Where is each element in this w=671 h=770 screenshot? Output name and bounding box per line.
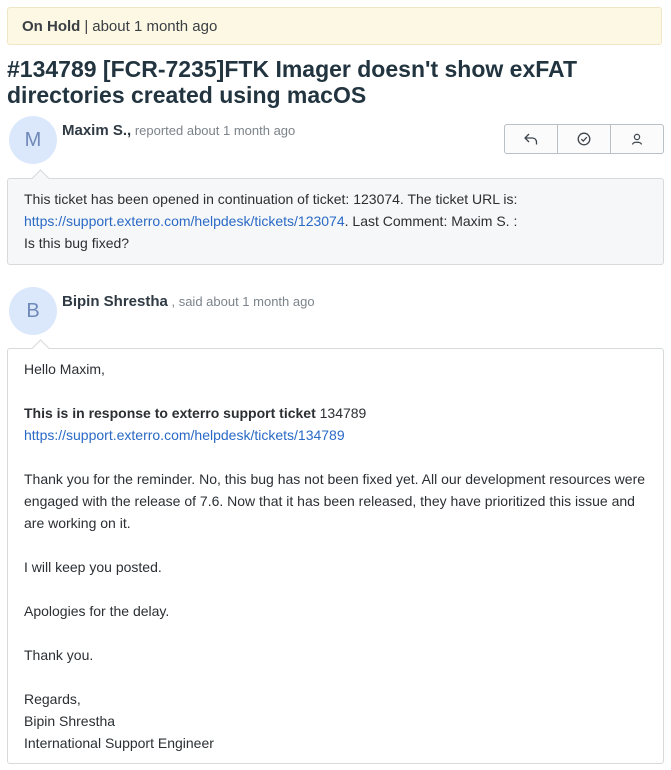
message-text: Thank you.	[24, 647, 94, 663]
status-time: about 1 month ago	[92, 17, 218, 35]
author-name[interactable]: Maxim S.,	[62, 122, 131, 139]
description-line: https://support.exterro.com/helpdesk/tic…	[24, 210, 647, 232]
ticket-title: #134789 [FCR-7235]FTK Imager doesn't sho…	[7, 56, 577, 108]
avatar: M	[9, 116, 57, 164]
message-text: I will keep you posted.	[24, 559, 162, 575]
resolve-check-icon	[577, 132, 591, 146]
signature-line: Regards,	[24, 691, 81, 707]
assign-user-icon	[631, 133, 643, 145]
reply-message: Hello Maxim, This is in response to exte…	[7, 348, 664, 764]
description-line: This ticket has been opened in continuat…	[24, 191, 518, 207]
ticket-link[interactable]: https://support.exterro.com/helpdesk/tic…	[24, 427, 345, 443]
avatar: B	[9, 287, 57, 335]
post-meta: reported about 1 month ago	[131, 123, 296, 138]
response-number: 134789	[315, 405, 367, 421]
assign-button[interactable]	[611, 125, 663, 153]
message-text: Apologies for the delay.	[24, 603, 170, 619]
ticket-status-bar: On Hold | about 1 month ago	[7, 7, 662, 45]
description-line: Is this bug fixed?	[24, 235, 130, 251]
message-text: This is in response to exterro support t…	[24, 402, 647, 424]
status-label: On Hold	[22, 17, 81, 35]
author-name[interactable]: Bipin Shrestha	[62, 293, 168, 310]
description-text: . Last Comment: Maxim S. :	[344, 213, 518, 229]
resolve-button[interactable]	[558, 125, 611, 153]
reply-icon	[524, 133, 538, 145]
ticket-link[interactable]: https://support.exterro.com/helpdesk/tic…	[24, 213, 345, 229]
signature-line: Bipin Shrestha	[24, 713, 116, 729]
post-author-line: Maxim S., reported about 1 month ago	[62, 122, 295, 139]
message-text: Thank you for the reminder. No, this bug…	[24, 471, 646, 531]
post-author-line: Bipin Shrestha , said about 1 month ago	[62, 293, 315, 310]
ticket-description: This ticket has been opened in continuat…	[7, 178, 664, 265]
reply-button[interactable]	[505, 125, 558, 153]
response-label: This is in response to exterro support t…	[24, 405, 316, 421]
signature-line: International Support Engineer	[24, 735, 214, 751]
ticket-action-group	[504, 124, 664, 154]
message-text: https://support.exterro.com/helpdesk/tic…	[24, 424, 647, 446]
status-separator: |	[84, 17, 89, 35]
post-meta: , said about 1 month ago	[167, 294, 315, 309]
message-text: Hello Maxim,	[24, 361, 105, 377]
